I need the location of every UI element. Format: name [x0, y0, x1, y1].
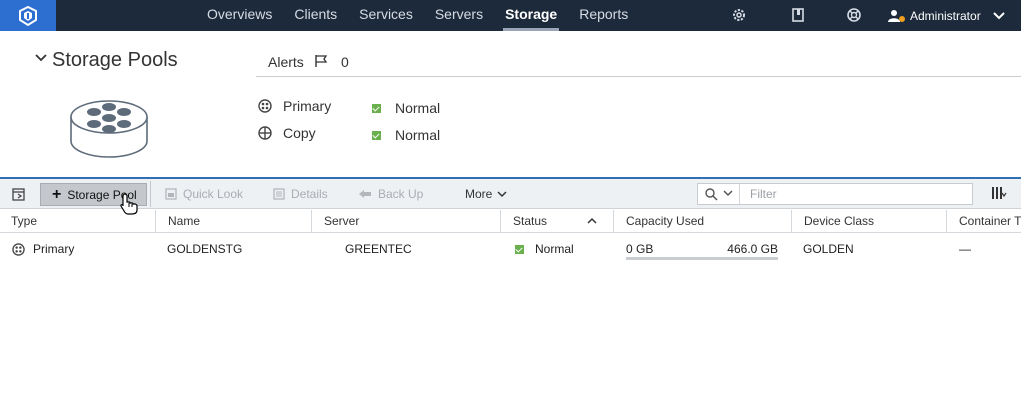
alerts-label: Alerts	[268, 54, 304, 70]
export-icon[interactable]	[12, 188, 26, 201]
column-header-capacity-used[interactable]: Capacity Used	[613, 210, 791, 233]
user-name: Administrator	[910, 8, 981, 23]
capacity-total-value: 466.0 GB	[727, 242, 778, 256]
more-label: More	[465, 187, 493, 201]
filter-box	[697, 183, 973, 205]
columns-icon[interactable]	[991, 187, 1007, 199]
cell-container-type: —	[959, 242, 971, 256]
status-normal-icon	[372, 130, 381, 140]
cell-type-label: Primary	[33, 242, 75, 256]
cell-device-class: GOLDEN	[803, 242, 854, 256]
storage-pool-icon	[70, 100, 148, 158]
app-logo[interactable]	[0, 0, 56, 31]
summary-type-copy: Copy	[258, 124, 316, 142]
quick-look-icon	[165, 188, 177, 200]
quick-look-button[interactable]: Quick Look	[165, 184, 243, 204]
nav-storage[interactable]: Storage	[494, 0, 568, 31]
summary-type-label: Primary	[283, 98, 332, 114]
quick-look-label: Quick Look	[183, 187, 244, 201]
nav-clients[interactable]: Clients	[283, 0, 348, 31]
cell-type: Primary	[12, 242, 74, 256]
summary-type-primary: Primary	[258, 97, 331, 115]
search-icon[interactable]	[705, 188, 718, 201]
alerts-count[interactable]: 0	[341, 54, 349, 70]
table-row[interactable]: Primary GOLDENSTG GREENTEC Normal 0 GB 4…	[0, 234, 1021, 264]
help-icon[interactable]	[846, 7, 862, 23]
details-label: Details	[291, 187, 328, 201]
cell-name[interactable]: GOLDENSTG	[167, 242, 242, 256]
cell-server[interactable]: GREENTEC	[345, 242, 412, 256]
summary-status-label: Normal	[395, 127, 441, 143]
column-header-status[interactable]: Status	[500, 210, 613, 233]
page-title: Storage Pools	[52, 49, 178, 71]
capacity-bar	[626, 257, 778, 260]
status-normal-icon	[515, 244, 524, 254]
column-header-container-type[interactable]: Container Typ	[946, 210, 1021, 233]
copy-pool-icon	[258, 126, 272, 140]
more-menu-button[interactable]: More	[465, 184, 507, 204]
details-button[interactable]: Details	[273, 184, 328, 204]
column-header-device-class[interactable]: Device Class	[791, 210, 946, 233]
column-header-status-label: Status	[513, 214, 548, 228]
nav-services[interactable]: Services	[348, 0, 424, 31]
collapse-chevron-icon[interactable]	[35, 53, 47, 63]
sort-ascending-icon	[587, 217, 597, 224]
summary-status-label: Normal	[395, 100, 441, 116]
chevron-down-icon	[992, 11, 1005, 19]
table-toolbar: + Storage Pool Quick Look Details Back U…	[0, 177, 1021, 209]
filter-divider	[739, 184, 740, 204]
user-menu[interactable]: Administrator	[888, 0, 1005, 31]
cell-status: Normal	[515, 242, 574, 256]
back-up-label: Back Up	[378, 187, 424, 201]
flag-icon[interactable]	[314, 54, 328, 68]
primary-pool-icon	[12, 242, 25, 256]
back-up-icon	[359, 190, 371, 198]
user-icon	[888, 9, 905, 22]
hand-pointer-icon	[120, 193, 138, 215]
main-nav: Overviews Clients Services Servers Stora…	[196, 0, 639, 31]
chevron-down-icon	[497, 190, 507, 197]
status-normal-icon	[372, 103, 381, 113]
nav-servers[interactable]: Servers	[424, 0, 494, 31]
table-header: Type Name Server Status Capacity Used De…	[0, 210, 1021, 233]
settings-icon[interactable]	[731, 7, 747, 23]
plus-icon: +	[52, 185, 62, 203]
back-up-button[interactable]: Back Up	[358, 184, 423, 204]
details-icon	[273, 188, 285, 200]
toolbar-divider	[150, 181, 151, 207]
summary-type-label: Copy	[283, 125, 316, 141]
book-icon[interactable]	[790, 7, 806, 23]
capacity-used-value: 0 GB	[626, 242, 654, 256]
column-header-server[interactable]: Server	[311, 210, 500, 233]
summary-status-primary: Normal	[372, 99, 440, 117]
chevron-down-icon[interactable]	[723, 190, 733, 197]
shield-logo-icon	[19, 5, 37, 26]
column-header-name[interactable]: Name	[155, 210, 311, 233]
filter-input[interactable]	[750, 186, 965, 202]
primary-pool-icon	[258, 99, 272, 113]
nav-overviews[interactable]: Overviews	[196, 0, 283, 31]
cell-status-label: Normal	[535, 242, 574, 256]
top-navigation-bar: Overviews Clients Services Servers Stora…	[0, 0, 1021, 31]
nav-reports[interactable]: Reports	[568, 0, 639, 31]
header-divider	[256, 76, 1021, 77]
summary-status-copy: Normal	[372, 126, 440, 144]
